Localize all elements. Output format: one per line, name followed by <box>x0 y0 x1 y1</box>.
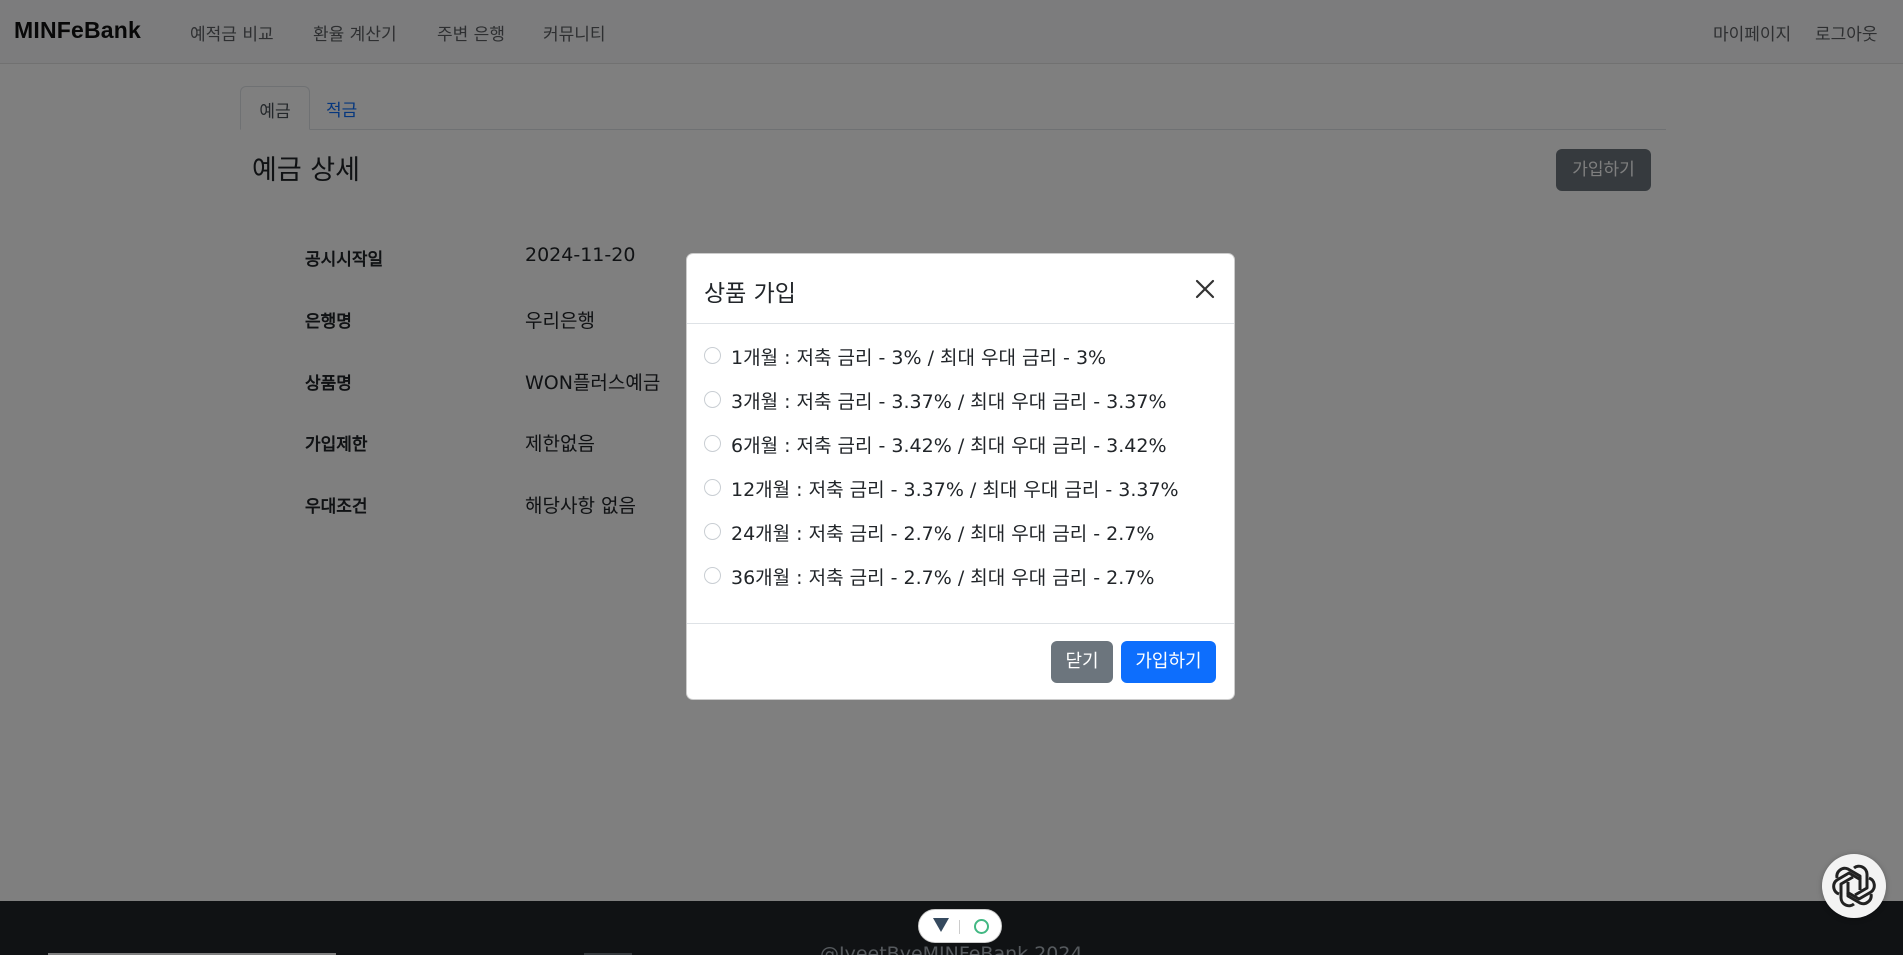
modal-footer-divider <box>687 623 1234 624</box>
modal-close-button[interactable]: 닫기 <box>1051 641 1113 683</box>
term-option-label: 24개월 : 저축 금리 - 2.7% / 최대 우대 금리 - 2.7% <box>731 523 1155 545</box>
radio-button[interactable] <box>704 523 721 540</box>
term-option-label: 6개월 : 저축 금리 - 3.42% / 최대 우대 금리 - 3.42% <box>731 435 1167 457</box>
term-option-label: 36개월 : 저축 금리 - 2.7% / 최대 우대 금리 - 2.7% <box>731 567 1155 589</box>
product-join-modal: 상품 가입 1개월 : 저축 금리 - 3% / 최대 우대 금리 - 3% 3… <box>686 253 1235 700</box>
radio-button[interactable] <box>704 435 721 452</box>
vue-devtools-toggle[interactable] <box>918 909 1002 943</box>
assistant-chat-button[interactable] <box>1822 854 1886 918</box>
modal-header: 상품 가입 <box>687 254 1234 324</box>
term-option-label: 12개월 : 저축 금리 - 3.37% / 최대 우대 금리 - 3.37% <box>731 479 1179 501</box>
term-option-label: 3개월 : 저축 금리 - 3.37% / 최대 우대 금리 - 3.37% <box>731 391 1167 413</box>
openai-logo-icon <box>1832 864 1876 908</box>
term-option-label: 1개월 : 저축 금리 - 3% / 최대 우대 금리 - 3% <box>731 347 1107 369</box>
vue-logo-icon <box>933 918 949 932</box>
modal-close-icon[interactable] <box>1192 276 1218 302</box>
inspect-target-icon <box>974 919 989 934</box>
radio-button[interactable] <box>704 567 721 584</box>
radio-button[interactable] <box>704 347 721 364</box>
modal-join-button[interactable]: 가입하기 <box>1121 641 1216 683</box>
radio-button[interactable] <box>704 479 721 496</box>
modal-title: 상품 가입 <box>704 281 796 307</box>
devtools-separator <box>959 920 960 934</box>
radio-button[interactable] <box>704 391 721 408</box>
